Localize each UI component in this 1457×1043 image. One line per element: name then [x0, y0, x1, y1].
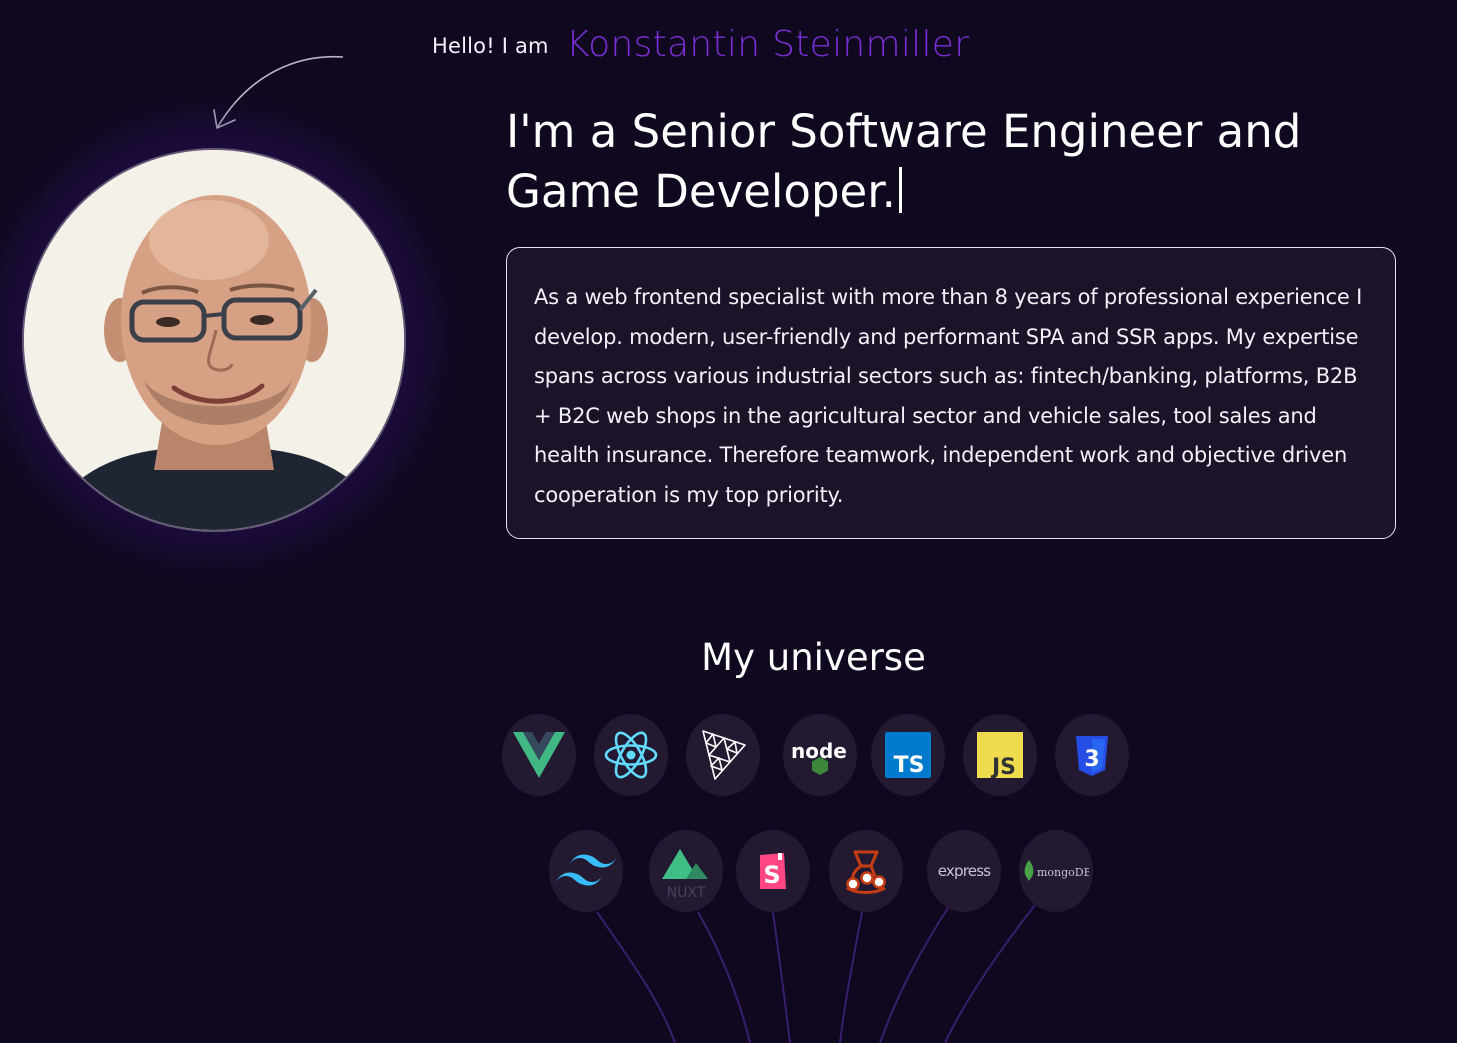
tech-express: express — [927, 830, 1001, 912]
javascript-icon: JS — [977, 732, 1023, 778]
express-icon: express — [938, 862, 992, 880]
tech-jest — [829, 830, 903, 912]
nodejs-icon: node — [791, 739, 847, 775]
portfolio-page: Hello! I am Konstantin Steinmiller I'm a… — [0, 0, 1457, 1043]
tech-typescript: TS — [871, 714, 945, 796]
typescript-icon: TS — [885, 732, 931, 778]
connector-lines — [596, 904, 1036, 1043]
css3-logo-text: 3 — [1084, 747, 1099, 772]
mongodb-logo-text: mongoDB — [1037, 866, 1089, 879]
tech-mongodb: mongoDB — [1019, 830, 1093, 912]
tech-storybook: S — [736, 830, 810, 912]
tech-javascript: JS — [963, 714, 1037, 796]
tech-nuxt: NUXT — [649, 830, 723, 912]
mongodb-icon: mongoDB — [1024, 860, 1089, 881]
jest-icon — [846, 850, 886, 894]
tech-react — [594, 714, 668, 796]
tech-threejs — [686, 714, 760, 796]
nuxt-logo-text: NUXT — [667, 885, 706, 899]
ts-logo-text: TS — [894, 753, 925, 778]
tech-vue — [502, 714, 576, 796]
storybook-icon: S — [760, 853, 786, 889]
express-logo-text: express — [938, 862, 991, 880]
threejs-icon — [702, 730, 746, 780]
storybook-logo-text: S — [763, 861, 780, 889]
tech-css3: 3 — [1055, 714, 1129, 796]
css3-icon: 3 — [1076, 736, 1108, 776]
vue-icon — [513, 732, 565, 778]
nuxt-icon: NUXT — [662, 849, 708, 899]
tech-tailwind — [549, 830, 623, 912]
tech-nodejs: node — [783, 714, 857, 796]
react-icon — [604, 731, 658, 779]
tailwind-icon — [555, 854, 617, 886]
js-logo-text: JS — [990, 755, 1016, 778]
